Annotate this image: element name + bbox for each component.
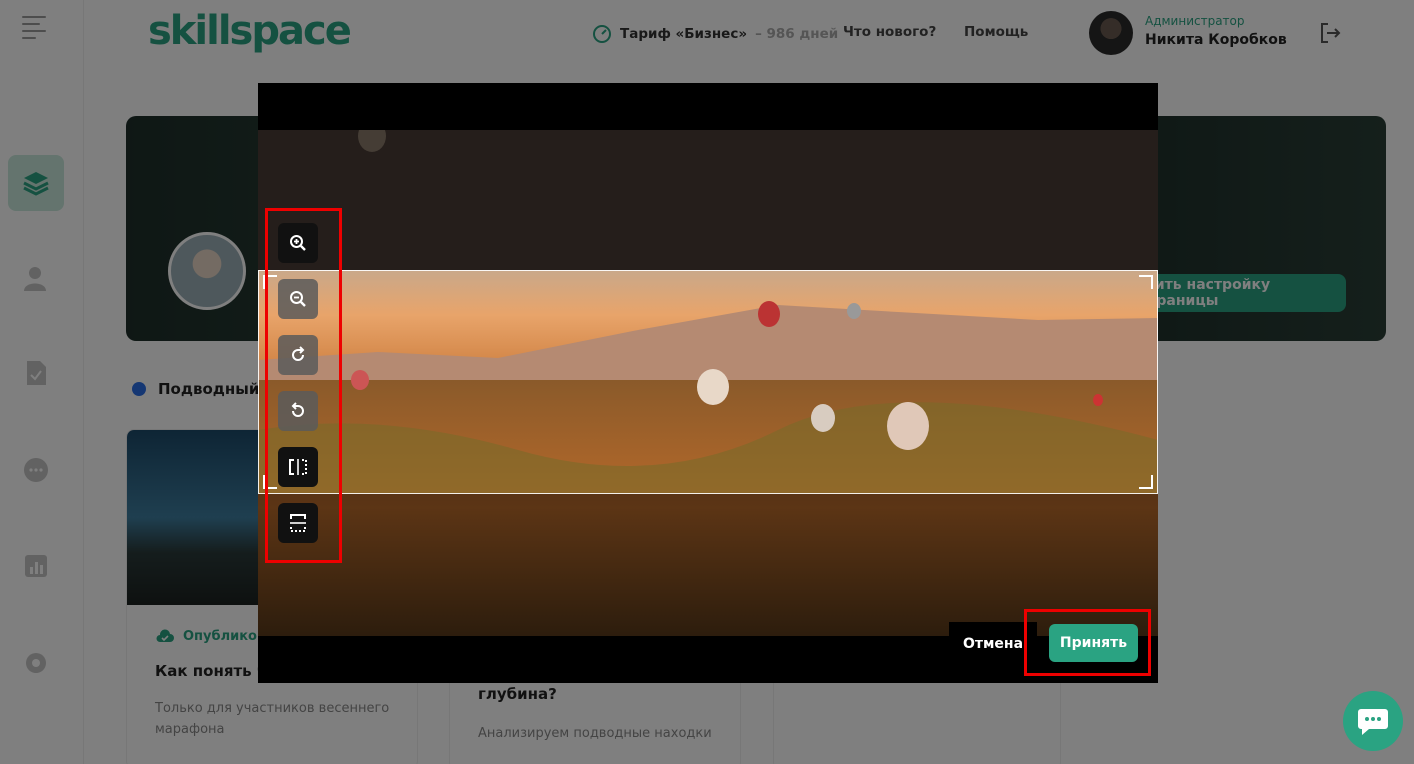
chat-bubble-icon [1358,709,1388,735]
crop-mask-bottom [258,494,1158,636]
accept-highlight [1024,609,1151,676]
toolbar-highlight [265,208,342,563]
chat-widget-button[interactable] [1343,691,1403,751]
crop-handle[interactable] [1139,475,1153,489]
crop-mask-top [258,130,1158,270]
crop-canvas[interactable] [258,130,1158,636]
crop-box[interactable] [258,270,1158,494]
crop-handle[interactable] [1139,275,1153,289]
